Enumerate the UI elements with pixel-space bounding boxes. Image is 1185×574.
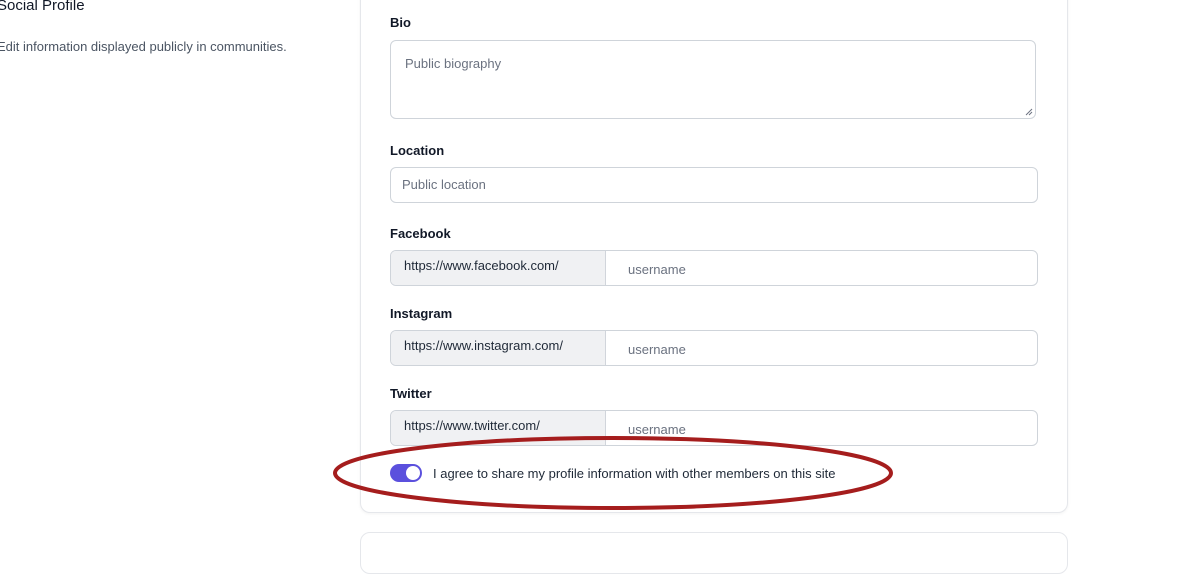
twitter-username-input[interactable]: username [606,413,1037,445]
instagram-input-group: https://www.instagram.com/ username [390,330,1038,366]
instagram-placeholder: username [628,342,686,357]
location-input[interactable]: Public location [390,167,1038,203]
facebook-username-input[interactable]: username [606,253,1037,285]
facebook-url-prefix: https://www.facebook.com/ [391,251,606,285]
bio-textarea[interactable]: Public biography [390,40,1036,119]
location-label: Location [390,143,445,158]
twitter-placeholder: username [628,422,686,437]
twitter-label: Twitter [390,386,432,401]
section-title: Social Profile [0,0,85,14]
resize-grip-icon[interactable] [1025,108,1033,116]
section-description: Edit information displayed publicly in c… [0,39,287,54]
toggle-knob [406,466,420,480]
consent-label[interactable]: I agree to share my profile information … [433,466,835,481]
facebook-label: Facebook [390,226,451,241]
location-placeholder: Public location [402,177,486,192]
twitter-input-group: https://www.twitter.com/ username [390,410,1038,446]
consent-toggle[interactable] [390,464,422,482]
next-card [360,532,1068,574]
bio-placeholder: Public biography [405,56,502,71]
facebook-input-group: https://www.facebook.com/ username [390,250,1038,286]
twitter-url-prefix: https://www.twitter.com/ [391,411,606,445]
facebook-placeholder: username [628,262,686,277]
instagram-label: Instagram [390,306,453,321]
instagram-username-input[interactable]: username [606,333,1037,365]
instagram-url-prefix: https://www.instagram.com/ [391,331,606,365]
bio-label: Bio [390,15,411,30]
